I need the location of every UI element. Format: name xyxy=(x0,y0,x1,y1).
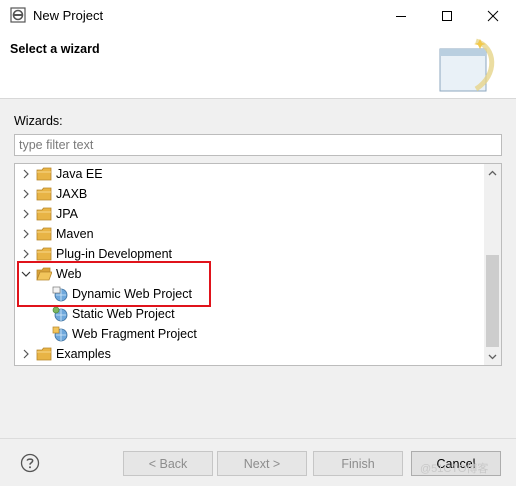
chevron-down-icon xyxy=(488,354,497,359)
title-bar: New Project xyxy=(0,0,516,31)
folder-icon xyxy=(36,166,52,182)
filter-input[interactable] xyxy=(14,134,502,156)
static-web-project-icon xyxy=(52,306,68,322)
folder-icon xyxy=(36,206,52,222)
back-button[interactable]: < Back xyxy=(123,451,213,476)
chevron-right-icon[interactable] xyxy=(20,224,32,244)
tree-item-maven[interactable]: Maven xyxy=(15,224,485,244)
maximize-button[interactable] xyxy=(424,0,470,31)
folder-icon xyxy=(36,186,52,202)
window-title: New Project xyxy=(33,8,104,23)
finish-button[interactable]: Finish xyxy=(313,451,403,476)
tree-item-web-fragment-project[interactable]: Web Fragment Project xyxy=(15,324,485,344)
folder-icon xyxy=(36,246,52,262)
new-wizard-icon xyxy=(436,35,502,95)
banner-title: Select a wizard xyxy=(10,42,100,56)
tree-item-label: Maven xyxy=(56,227,94,241)
folder-icon xyxy=(36,226,52,242)
chevron-right-icon[interactable] xyxy=(20,344,32,364)
tree-item-java-ee[interactable]: Java EE xyxy=(15,164,485,184)
tree-item-examples[interactable]: Examples xyxy=(15,344,485,364)
tree-item-label: Plug-in Development xyxy=(56,247,173,261)
open-folder-icon xyxy=(36,266,52,282)
wizards-label: Wizards: xyxy=(14,114,63,128)
folder-icon xyxy=(36,346,52,362)
chevron-up-icon xyxy=(488,170,497,175)
tree-item-web[interactable]: Web xyxy=(15,264,485,284)
dynamic-web-project-icon xyxy=(52,286,68,302)
watermark: @51CTO博客 xyxy=(420,463,489,475)
tree-item-label: Examples xyxy=(56,347,111,361)
bottom-separator xyxy=(0,438,516,439)
chevron-right-icon[interactable] xyxy=(20,244,32,264)
tree-item-plug-in-development[interactable]: Plug-in Development xyxy=(15,244,485,264)
tree-item-label: Dynamic Web Project xyxy=(72,287,192,301)
minimize-icon xyxy=(396,15,406,17)
scroll-down-button[interactable] xyxy=(484,348,501,365)
scrollbar-thumb[interactable] xyxy=(486,255,499,347)
new-project-dialog: New Project Select a wizard Wizards: typ… xyxy=(0,0,516,486)
tree-item-label: Java EE xyxy=(56,167,103,181)
tree-item-dynamic-web-project[interactable]: Dynamic Web Project xyxy=(15,284,485,304)
scroll-up-button[interactable] xyxy=(484,164,501,181)
minimize-button[interactable] xyxy=(378,0,424,31)
wizard-banner: Select a wizard xyxy=(0,31,516,99)
tree-item-jaxb[interactable]: JAXB xyxy=(15,184,485,204)
tree-scrollbar[interactable] xyxy=(484,164,501,365)
chevron-down-icon[interactable] xyxy=(20,264,32,284)
next-button[interactable]: Next > xyxy=(217,451,307,476)
wizard-tree[interactable]: Java EE JAXB JPA Maven Plug-in Developme… xyxy=(14,163,502,366)
help-icon[interactable] xyxy=(20,453,40,473)
tree-item-static-web-project[interactable]: Static Web Project xyxy=(15,304,485,324)
maximize-icon xyxy=(442,10,452,21)
tree-item-label: JPA xyxy=(56,207,78,221)
chevron-right-icon[interactable] xyxy=(20,164,32,184)
tree-item-label: Web Fragment Project xyxy=(72,327,197,341)
close-icon xyxy=(487,10,499,21)
web-fragment-project-icon xyxy=(52,326,68,342)
tree-item-label: Web xyxy=(56,267,82,281)
tree-item-label: JAXB xyxy=(56,187,88,201)
close-button[interactable] xyxy=(470,0,516,31)
eclipse-app-icon xyxy=(10,7,26,23)
chevron-right-icon[interactable] xyxy=(20,184,32,204)
tree-item-label: Static Web Project xyxy=(72,307,175,321)
tree-item-jpa[interactable]: JPA xyxy=(15,204,485,224)
chevron-right-icon[interactable] xyxy=(20,204,32,224)
